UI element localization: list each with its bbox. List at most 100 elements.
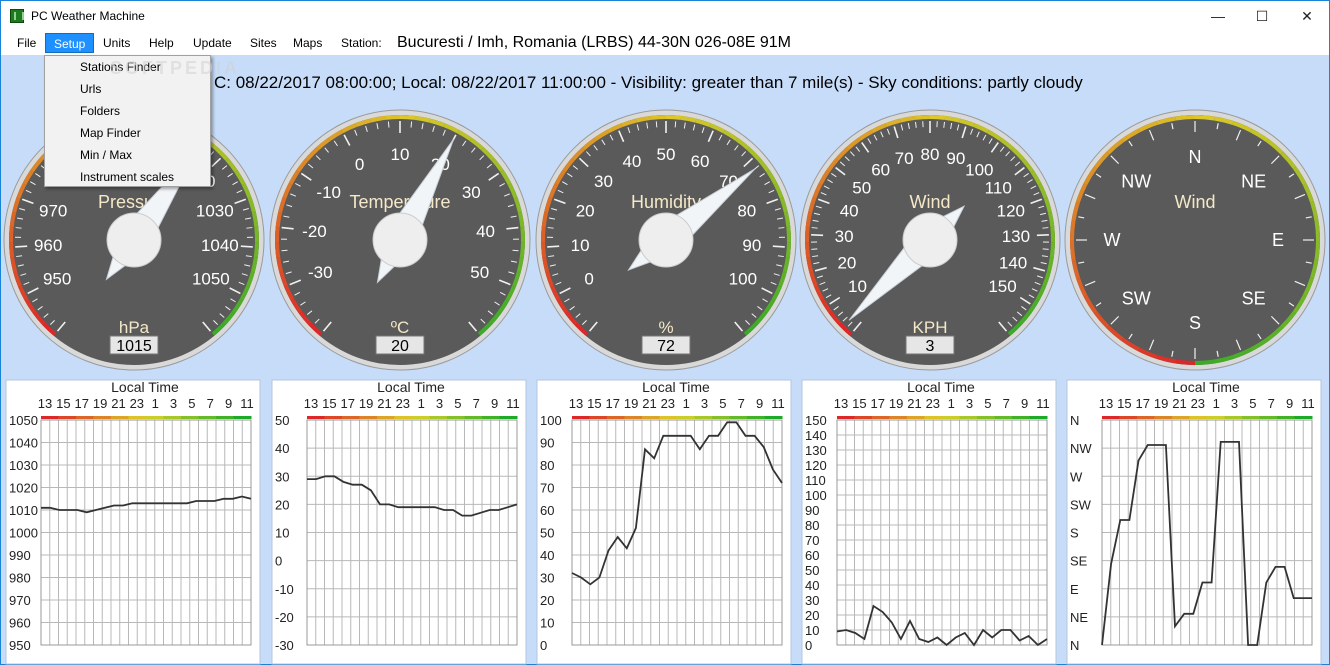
chart-y-tick-label: 950 bbox=[9, 638, 31, 653]
chart-y-tick-label: 990 bbox=[9, 548, 31, 563]
app-logo-icon bbox=[10, 9, 24, 23]
gauge-tick-label: 1030 bbox=[196, 202, 234, 221]
chart-color-band bbox=[659, 416, 678, 419]
menu-item-stations-finder[interactable]: Stations Finder bbox=[45, 56, 210, 78]
menu-file[interactable]: File bbox=[9, 33, 44, 53]
maximize-button[interactable]: ☐ bbox=[1239, 1, 1285, 31]
chart-y-tick-label: NE bbox=[1070, 610, 1088, 625]
menu-item-min-max[interactable]: Min / Max bbox=[45, 144, 210, 166]
gauge-tick-label: 10 bbox=[391, 145, 410, 164]
gauge-tick bbox=[387, 121, 390, 128]
chart-y-tick-label: 80 bbox=[805, 518, 819, 533]
menu-maps[interactable]: Maps bbox=[285, 33, 330, 53]
chart-x-tick-label: 13 bbox=[834, 396, 848, 411]
menu-sites[interactable]: Sites bbox=[242, 33, 285, 53]
gauge-rim-segment bbox=[665, 115, 682, 120]
chart-x-tick-label: 21 bbox=[907, 396, 921, 411]
chart-title: Local Time bbox=[111, 379, 179, 395]
chart-color-band bbox=[959, 416, 978, 419]
chart-color-band bbox=[1012, 416, 1030, 419]
chart-y-tick-label: 1030 bbox=[9, 458, 38, 473]
chart-0: Local Time13 15 17 19 21 23 1 3 5 7 9 1110501040103… bbox=[5, 379, 261, 665]
gauge-tick-label: 1050 bbox=[192, 270, 230, 289]
chart-x-tick-label: 1 bbox=[152, 396, 159, 411]
menu-item-urls[interactable]: Urls bbox=[45, 78, 210, 100]
gauge-rim-segment bbox=[1069, 239, 1076, 260]
chart-x-tick-label: 9 bbox=[1286, 396, 1293, 411]
gauge-tick bbox=[15, 245, 28, 248]
menu-item-instrument-scales[interactable]: Instrument scales bbox=[45, 166, 210, 188]
gauge-rim-segment bbox=[384, 115, 401, 120]
chart-y-tick-label: 50 bbox=[805, 563, 819, 578]
chart-color-band bbox=[324, 416, 343, 419]
chart-color-band bbox=[764, 416, 783, 419]
close-button[interactable]: ✕ bbox=[1284, 1, 1330, 31]
chart-y-tick-label: SW bbox=[1070, 497, 1092, 512]
gauge-rim-segment bbox=[251, 211, 259, 228]
chart-color-band bbox=[1029, 416, 1048, 419]
gauge-tick bbox=[778, 227, 785, 229]
chart-y-tick-label: 90 bbox=[540, 436, 554, 451]
chart-title: Local Time bbox=[377, 379, 445, 395]
chart-color-band bbox=[1207, 416, 1225, 419]
chart-color-band bbox=[1277, 416, 1295, 419]
chart-y-tick-label: 10 bbox=[805, 623, 819, 638]
gauge-rim-segment bbox=[1069, 220, 1076, 241]
gauge-rim-segment bbox=[275, 242, 281, 258]
station-value: Bucuresti / Imh, Romania (LRBS) 44-30N 0… bbox=[397, 34, 791, 51]
menu-bar: File Setup Units Help Update Sites Maps … bbox=[0, 31, 1330, 55]
gauge-hub bbox=[902, 212, 958, 268]
chart-y-tick-label: 0 bbox=[805, 638, 812, 653]
chart-x-tick-label: 19 bbox=[624, 396, 638, 411]
chart-color-band bbox=[111, 416, 129, 419]
chart-x-tick-label: 15 bbox=[322, 396, 336, 411]
setup-dropdown-menu: Stations Finder Urls Folders Map Finder … bbox=[44, 55, 211, 187]
gauge-tick-label: 80 bbox=[737, 202, 756, 221]
gauge-tick-label: 150 bbox=[988, 277, 1016, 296]
chart-panel bbox=[801, 379, 1057, 665]
chart-x-tick-label: 19 bbox=[93, 396, 107, 411]
chart-color-band bbox=[1172, 416, 1190, 419]
chart-y-tick-label: 1040 bbox=[9, 436, 38, 451]
gauge-tick bbox=[410, 121, 413, 128]
chart-color-band bbox=[41, 416, 59, 419]
gauge-rim-segment bbox=[650, 115, 667, 120]
gauge-rim-segment bbox=[520, 226, 525, 243]
chart-color-band bbox=[359, 416, 378, 419]
gauge-tick bbox=[15, 227, 22, 229]
chart-y-tick-label: 50 bbox=[540, 526, 554, 541]
gauge-tick-label: 40 bbox=[476, 222, 495, 241]
menu-update[interactable]: Update bbox=[185, 33, 240, 53]
chart-color-band bbox=[924, 416, 943, 419]
chart-color-band bbox=[942, 416, 960, 419]
gauge-tick-label: -10 bbox=[316, 183, 341, 202]
chart-y-tick-label: 1050 bbox=[9, 413, 38, 428]
chart-title: Local Time bbox=[907, 379, 975, 395]
chart-x-tick-label: 23 bbox=[130, 396, 144, 411]
chart-x-tick-label: 9 bbox=[756, 396, 763, 411]
gauge-unit: % bbox=[658, 318, 673, 337]
chart-color-band bbox=[872, 416, 890, 419]
gauge-tick bbox=[1042, 227, 1049, 229]
chart-x-tick-label: 7 bbox=[1268, 396, 1275, 411]
chart-x-tick-label: 5 bbox=[719, 396, 726, 411]
menu-help[interactable]: Help bbox=[141, 33, 182, 53]
minimize-button[interactable]: — bbox=[1195, 1, 1241, 31]
menu-item-map-finder[interactable]: Map Finder bbox=[45, 122, 210, 144]
gauge-unit: ºC bbox=[391, 318, 410, 337]
gauge-tick bbox=[240, 245, 253, 248]
gauge-hub bbox=[106, 212, 162, 268]
chart-x-tick-label: 11 bbox=[506, 396, 520, 411]
menu-setup[interactable]: Setup bbox=[45, 33, 95, 53]
chart-x-tick-label: 9 bbox=[225, 396, 232, 411]
chart-color-band bbox=[729, 416, 748, 419]
chart-y-tick-label: 20 bbox=[275, 497, 289, 512]
gauge-rim-segment bbox=[805, 242, 811, 258]
menu-item-folders[interactable]: Folders bbox=[45, 100, 210, 122]
menu-units[interactable]: Units bbox=[95, 33, 138, 53]
chart-color-band bbox=[854, 416, 873, 419]
chart-color-band bbox=[1189, 416, 1208, 419]
chart-x-tick-label: 23 bbox=[661, 396, 675, 411]
chart-x-tick-label: 11 bbox=[1036, 396, 1050, 411]
chart-x-tick-label: 1 bbox=[418, 396, 425, 411]
